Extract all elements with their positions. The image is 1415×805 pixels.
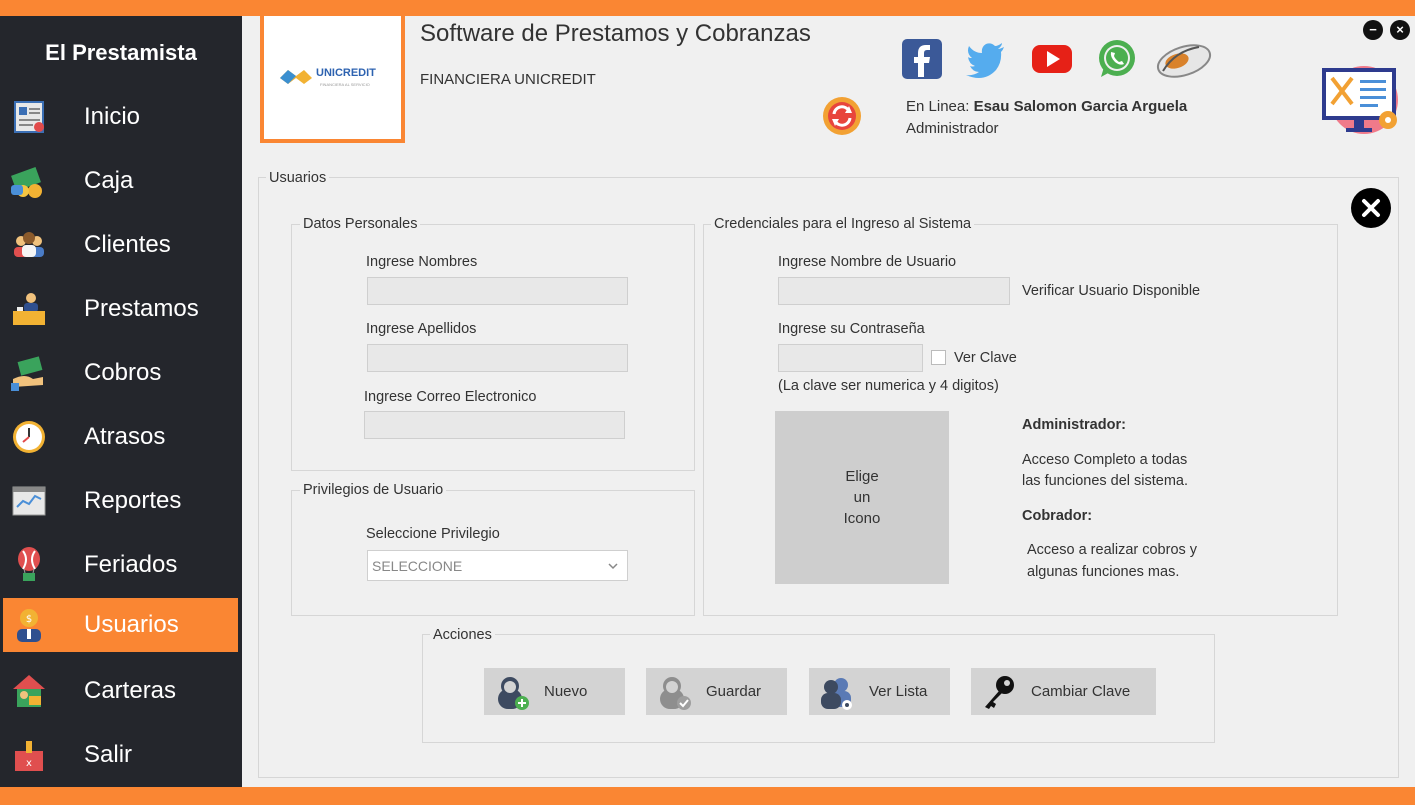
sidebar-item-label: Carteras	[84, 677, 177, 704]
clock-icon	[7, 415, 51, 459]
money-hand-icon	[7, 351, 51, 395]
cobrador-description-line2: algunas funciones mas.	[1027, 564, 1180, 580]
choose-icon-button[interactable]: Elige un Icono	[775, 411, 949, 584]
sidebar-item-label: Inicio	[84, 103, 141, 130]
cash-icon	[7, 159, 51, 203]
cobrador-description-line1: Acceso a realizar cobros y	[1027, 542, 1198, 558]
settings-monitor-icon	[1318, 58, 1402, 140]
show-password-label[interactable]: Ver Clave	[954, 350, 1017, 366]
top-accent-bar	[0, 0, 1415, 16]
user-name: Esau Salomon Garcia Arguela	[973, 98, 1188, 115]
user-role: Administrador	[906, 120, 999, 137]
email-field[interactable]	[364, 411, 625, 439]
sidebar-item-label: Atrasos	[84, 423, 166, 450]
sidebar-item-feriados[interactable]: Feriados	[3, 538, 238, 592]
view-list-button[interactable]: Ver Lista	[809, 668, 950, 715]
show-password-checkbox[interactable]	[931, 350, 946, 365]
close-form-button[interactable]	[1351, 188, 1391, 228]
save-button[interactable]: Guardar	[646, 668, 787, 715]
sidebar-item-label: Clientes	[84, 231, 171, 258]
sidebar-item-label: Feriados	[84, 551, 178, 578]
mouse-icon[interactable]	[1155, 37, 1213, 81]
sidebar-item-salir[interactable]: x Salir	[3, 728, 238, 782]
sidebar-item-carteras[interactable]: Carteras	[3, 664, 238, 718]
cobrador-title: Cobrador:	[1022, 508, 1093, 524]
company-name: FINANCIERA UNICREDIT	[420, 71, 596, 88]
minimize-button[interactable]: −	[1363, 20, 1383, 40]
bottom-accent-bar	[0, 787, 1415, 805]
people-icon	[7, 223, 51, 267]
close-window-button[interactable]: ×	[1390, 20, 1410, 40]
users-list-icon	[817, 673, 855, 711]
app-title: Software de Prestamos y Cobranzas	[420, 20, 811, 47]
sidebar-item-usuarios[interactable]: $ Usuarios	[3, 598, 238, 652]
privilege-select[interactable]: SELECCIONE	[367, 550, 628, 581]
sidebar-item-label: Prestamos	[84, 295, 199, 322]
sidebar-item-cobros[interactable]: Cobros	[3, 346, 238, 400]
house-icon	[7, 669, 51, 713]
save-user-icon	[654, 673, 692, 711]
admin-description-line2: las funciones del sistema.	[1022, 473, 1189, 489]
sidebar-item-reportes[interactable]: Reportes	[3, 474, 238, 528]
sidebar-item-prestamos[interactable]: Prestamos	[3, 282, 238, 336]
verify-username-link[interactable]: Verificar Usuario Disponible	[1022, 283, 1200, 299]
user-icon: $	[7, 603, 51, 647]
sidebar-item-atrasos[interactable]: Atrasos	[3, 410, 238, 464]
change-password-button[interactable]: Cambiar Clave	[971, 668, 1156, 715]
document-icon	[7, 95, 51, 139]
sidebar-item-label: Cobros	[84, 359, 162, 386]
svg-text:x: x	[26, 758, 32, 769]
section-title: Usuarios	[266, 170, 330, 186]
balloon-icon	[7, 543, 51, 587]
whatsapp-icon[interactable]	[1095, 37, 1139, 81]
correo-label: Ingrese Correo Electronico	[364, 389, 537, 405]
sidebar-item-label: Usuarios	[84, 611, 179, 638]
apellidos-input[interactable]	[367, 344, 628, 372]
online-user: En Linea: Esau Salomon Garcia Arguela	[906, 98, 1188, 115]
facebook-icon[interactable]	[900, 37, 944, 81]
sidebar-item-clientes[interactable]: Clientes	[3, 218, 238, 272]
sidebar-item-caja[interactable]: Caja	[3, 154, 238, 208]
personal-data-title: Datos Personales	[300, 216, 421, 232]
admin-description-line1: Acceso Completo a todas	[1022, 452, 1188, 468]
password-label: Ingrese su Contraseña	[778, 321, 925, 337]
usuario-label: Ingrese Nombre de Usuario	[778, 254, 957, 270]
sidebar-item-label: Caja	[84, 167, 134, 194]
sidebar-item-inicio[interactable]: Inicio	[3, 90, 238, 144]
twitter-icon[interactable]	[964, 37, 1008, 81]
username-input[interactable]	[778, 277, 1010, 305]
add-user-icon	[492, 673, 530, 711]
password-input[interactable]	[778, 344, 923, 372]
admin-title: Administrador:	[1022, 417, 1126, 433]
actions-title: Acciones	[430, 627, 495, 643]
chart-icon	[7, 479, 51, 523]
exit-icon: x	[7, 733, 51, 777]
app-brand: El Prestamista	[45, 40, 197, 65]
chevron-down-icon	[607, 559, 619, 575]
refresh-icon[interactable]	[822, 96, 862, 136]
sidebar-item-label: Salir	[84, 741, 133, 768]
password-hint: (La clave ser numerica y 4 digitos)	[778, 378, 999, 394]
privilege-select-label: Seleccione Privilegio	[366, 526, 500, 542]
svg-text:$: $	[26, 614, 32, 625]
desk-icon	[7, 287, 51, 331]
apellidos-label: Ingrese Apellidos	[366, 321, 477, 337]
privileges-title: Privilegios de Usuario	[300, 482, 447, 498]
key-icon	[979, 673, 1017, 711]
sidebar-item-label: Reportes	[84, 487, 182, 514]
youtube-icon[interactable]	[1030, 37, 1074, 81]
credentials-title: Credenciales para el Ingreso al Sistema	[711, 216, 975, 232]
new-user-button[interactable]: Nuevo	[484, 668, 625, 715]
nombres-label: Ingrese Nombres	[366, 254, 478, 270]
sidebar: El Prestamista Inicio Caja Clientes Pres…	[0, 16, 242, 787]
nombres-input[interactable]	[367, 277, 628, 305]
company-logo: UNICREDIT FINANCIERA AL SERVICIO	[260, 12, 405, 143]
